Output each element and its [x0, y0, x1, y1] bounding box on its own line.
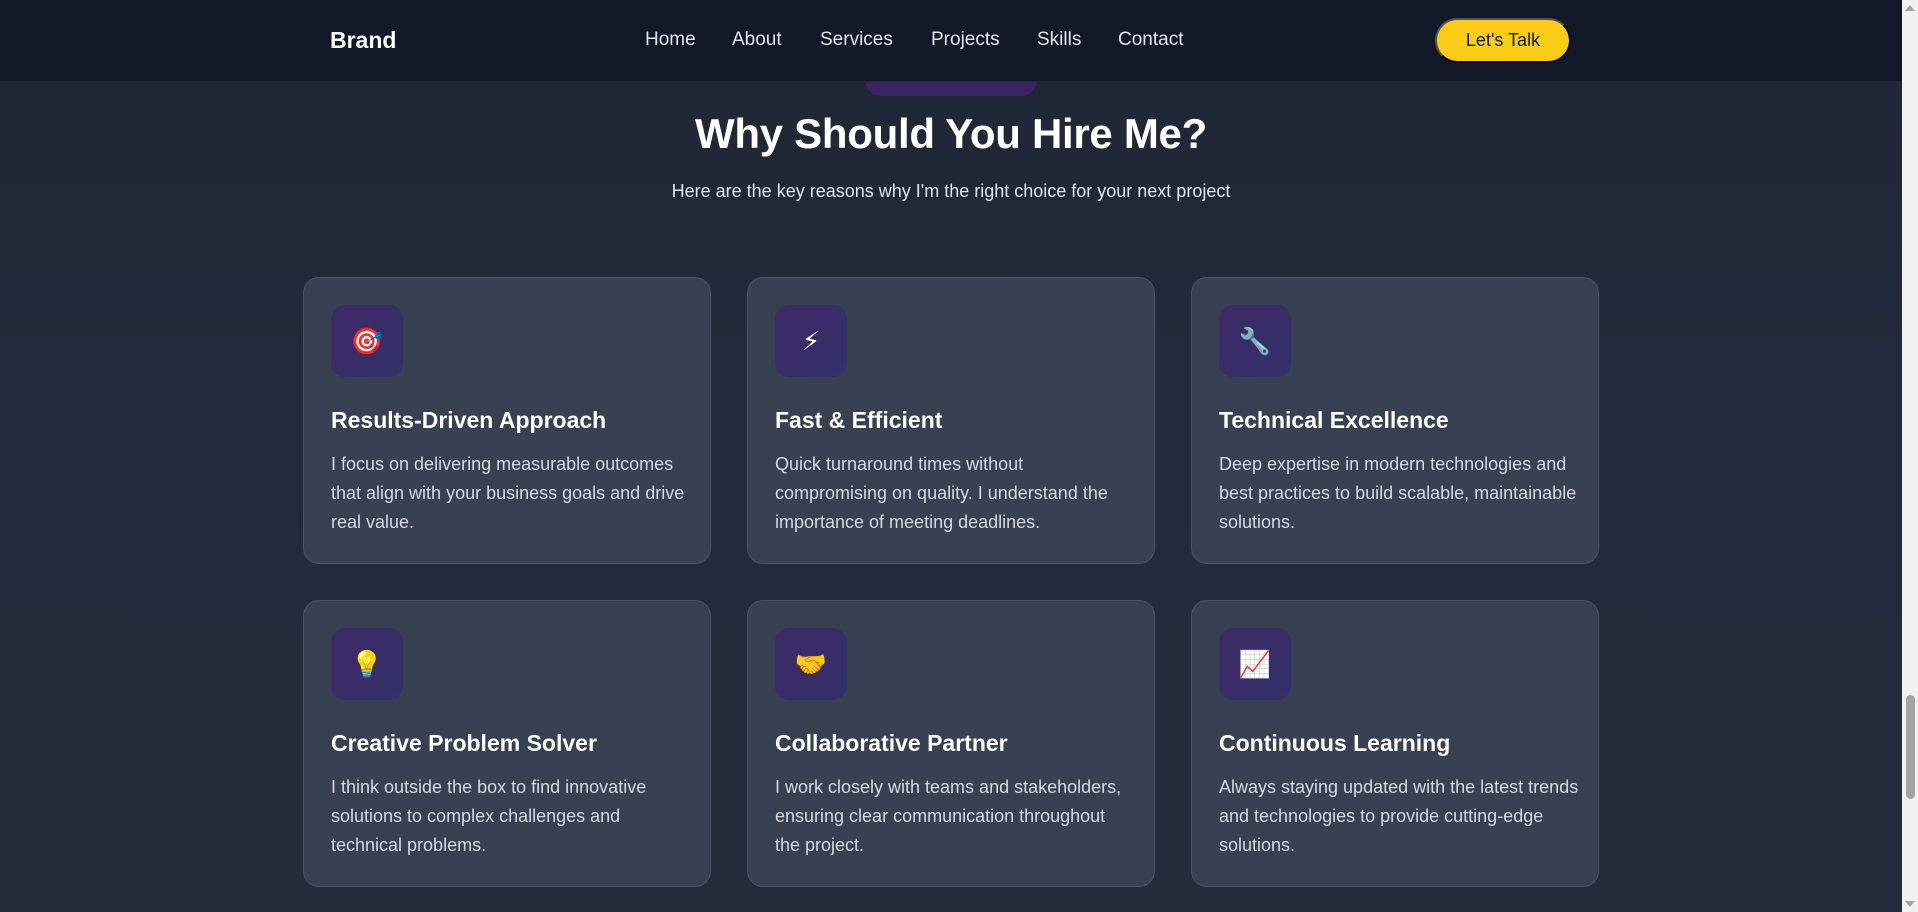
- wrench-icon-glyph: 🔧: [1238, 325, 1272, 356]
- page: Why Should You Hire Me? Here are the key…: [0, 0, 1918, 912]
- card-title: Collaborative Partner: [775, 730, 1008, 756]
- card-description: Deep expertise in modern technologies an…: [1219, 454, 1577, 532]
- nav-link-about[interactable]: About: [732, 29, 782, 51]
- reason-card-fast-efficient: ⚡ Fast & Efficient Quick turnaround time…: [747, 277, 1155, 564]
- card-title: Continuous Learning: [1219, 730, 1451, 756]
- card-description: I focus on delivering measurable outcome…: [331, 454, 685, 532]
- section-title: Why Should You Hire Me?: [695, 110, 1207, 157]
- wrench-icon: 🔧: [1219, 305, 1291, 377]
- reason-card-continuous-learning: 📈 Continuous Learning Always staying upd…: [1191, 600, 1599, 887]
- nav-link-skills[interactable]: Skills: [1037, 29, 1081, 51]
- card-title: Fast & Efficient: [775, 407, 943, 433]
- reason-card-results-driven: 🎯 Results-Driven Approach I focus on del…: [303, 277, 711, 564]
- brand-logo[interactable]: Brand: [330, 27, 396, 54]
- lightbulb-icon: 💡: [331, 628, 403, 700]
- nav-link-services[interactable]: Services: [820, 29, 893, 51]
- lightbulb-icon-glyph: 💡: [350, 648, 384, 679]
- reason-card-collaborative-partner: 🤝 Collaborative Partner I work closely w…: [747, 600, 1155, 887]
- scroll-up-arrow-icon[interactable]: [1905, 5, 1915, 11]
- chart-increasing-icon-glyph: 📈: [1238, 648, 1272, 679]
- card-title: Results-Driven Approach: [331, 407, 607, 433]
- lets-talk-button[interactable]: Let's Talk: [1435, 18, 1571, 63]
- nav-link-projects[interactable]: Projects: [931, 29, 1000, 51]
- nav-link-contact[interactable]: Contact: [1118, 29, 1183, 51]
- vertical-scrollbar[interactable]: [1902, 0, 1918, 912]
- card-description: Quick turnaround times without compromis…: [775, 454, 1108, 532]
- section-subtitle: Here are the key reasons why I'm the rig…: [671, 181, 1231, 201]
- target-icon: 🎯: [331, 305, 403, 377]
- navbar: Brand Home About Services Projects Skill…: [0, 0, 1902, 82]
- card-title: Creative Problem Solver: [331, 730, 597, 756]
- chart-increasing-icon: 📈: [1219, 628, 1291, 700]
- reason-card-technical-excellence: 🔧 Technical Excellence Deep expertise in…: [1191, 277, 1599, 564]
- lightning-icon: ⚡: [775, 305, 847, 377]
- card-description: I work closely with teams and stakeholde…: [775, 777, 1122, 855]
- why-hire-me-section: Why Should You Hire Me? Here are the key…: [0, 0, 1902, 912]
- scrollbar-thumb[interactable]: [1906, 695, 1915, 799]
- handshake-icon-glyph: 🤝: [794, 648, 828, 679]
- handshake-icon: 🤝: [775, 628, 847, 700]
- target-icon-glyph: 🎯: [350, 325, 384, 356]
- reason-card-creative-problem-solver: 💡 Creative Problem Solver I think outsid…: [303, 600, 711, 887]
- nav-link-home[interactable]: Home: [645, 29, 696, 51]
- card-title: Technical Excellence: [1219, 407, 1449, 433]
- lightning-icon-glyph: ⚡: [801, 325, 821, 356]
- card-description: I think outside the box to find innovati…: [331, 777, 647, 855]
- scroll-down-arrow-icon[interactable]: [1905, 901, 1915, 907]
- card-description: Always staying updated with the latest t…: [1219, 777, 1579, 855]
